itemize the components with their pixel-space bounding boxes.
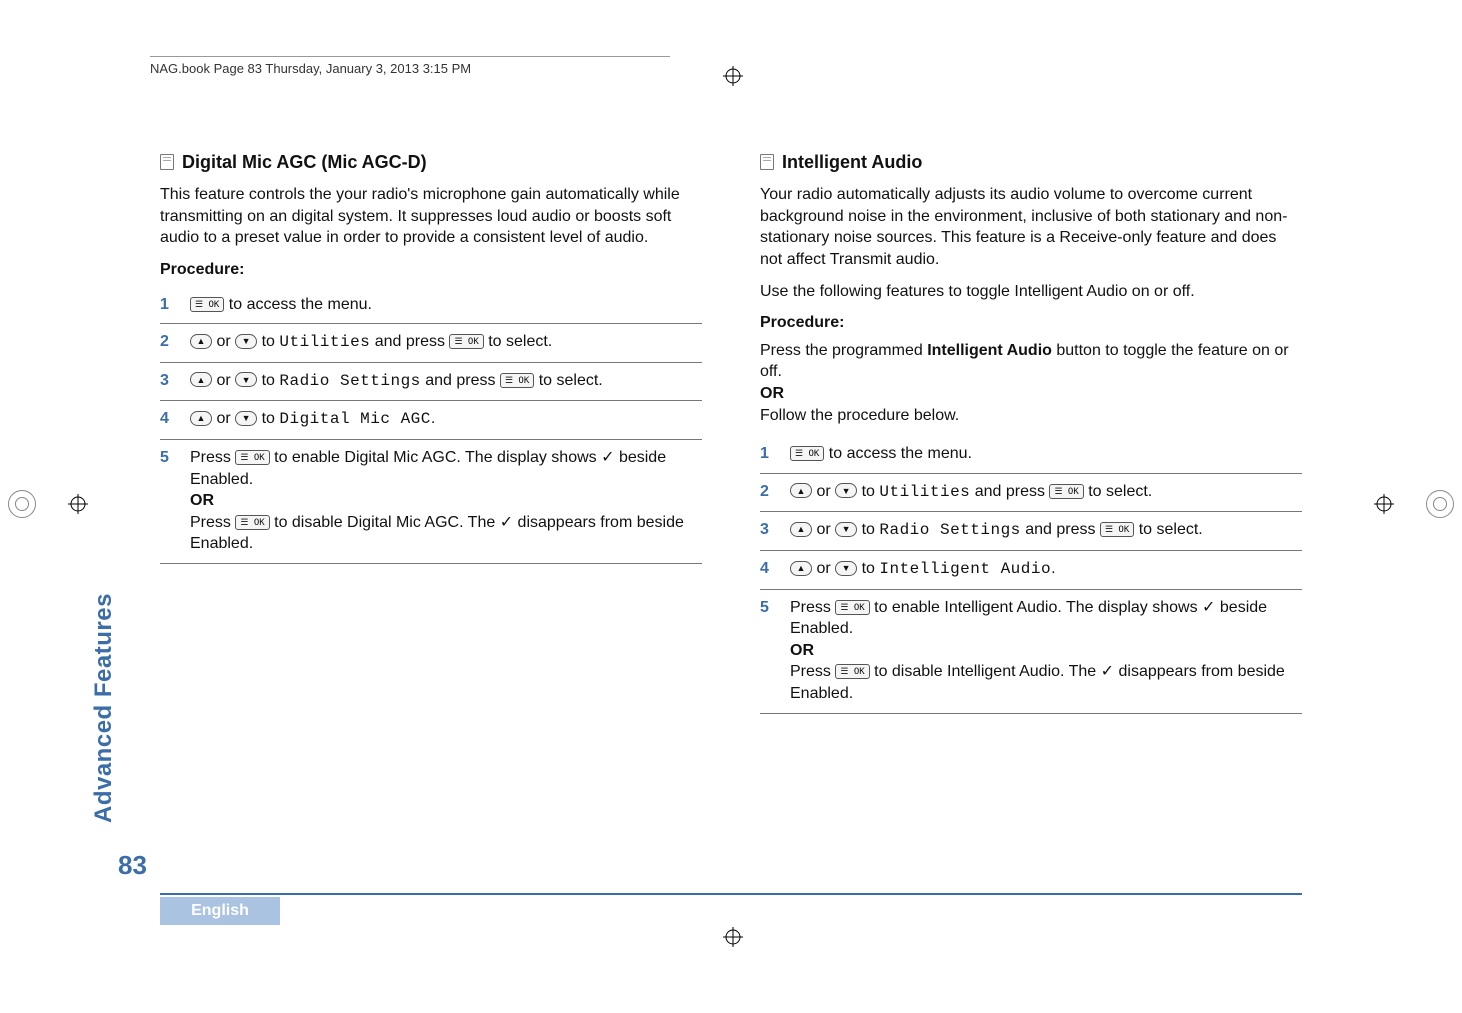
up-arrow-icon: ▲ — [190, 372, 212, 387]
heading-text: Digital Mic AGC (Mic AGC-D) — [182, 150, 427, 174]
menu-ok-icon: ☰ OK — [235, 450, 269, 465]
step: 1 ☰ OK to access the menu. — [760, 436, 1302, 474]
running-header: NAG.book Page 83 Thursday, January 3, 20… — [150, 56, 670, 76]
step: 5 Press ☰ OK to enable Intelligent Audio… — [760, 590, 1302, 714]
step: 2 ▲ or ▼ to Utilities and press ☰ OK to … — [160, 324, 702, 363]
procedure-label: Procedure: — [760, 312, 1302, 334]
step: 4 ▲ or ▼ to Intelligent Audio. — [760, 551, 1302, 590]
down-arrow-icon: ▼ — [235, 411, 257, 426]
down-arrow-icon: ▼ — [235, 334, 257, 349]
up-arrow-icon: ▲ — [190, 334, 212, 349]
menu-path: Radio Settings — [879, 521, 1020, 539]
up-arrow-icon: ▲ — [790, 561, 812, 576]
step-number: 3 — [160, 370, 176, 393]
step-body: ▲ or ▼ to Utilities and press ☰ OK to se… — [790, 481, 1302, 504]
page-icon — [160, 154, 174, 170]
step-number: 4 — [160, 408, 176, 431]
intro-paragraph: Use the following features to toggle Int… — [760, 281, 1302, 303]
menu-ok-icon: ☰ OK — [190, 297, 224, 312]
step-body: ☰ OK to access the menu. — [190, 294, 702, 316]
menu-path: Utilities — [879, 483, 970, 501]
menu-ok-icon: ☰ OK — [835, 600, 869, 615]
step: 2 ▲ or ▼ to Utilities and press ☰ OK to … — [760, 474, 1302, 513]
step-number: 2 — [760, 481, 776, 504]
menu-ok-icon: ☰ OK — [500, 373, 534, 388]
intro-paragraph: Your radio automatically adjusts its aud… — [760, 184, 1302, 270]
step: 1 ☰ OK to access the menu. — [160, 287, 702, 325]
menu-ok-icon: ☰ OK — [235, 515, 269, 530]
menu-path: Radio Settings — [279, 372, 420, 390]
section-heading-intelligent-audio: Intelligent Audio — [760, 150, 1302, 174]
step: 5 Press ☰ OK to enable Digital Mic AGC. … — [160, 440, 702, 564]
step-body: Press ☰ OK to enable Digital Mic AGC. Th… — [190, 447, 702, 555]
content-columns: Digital Mic AGC (Mic AGC-D) This feature… — [160, 150, 1302, 913]
step-number: 4 — [760, 558, 776, 581]
menu-ok-icon: ☰ OK — [835, 664, 869, 679]
step-body: ▲ or ▼ to Radio Settings and press ☰ OK … — [190, 370, 702, 393]
section-heading-digital-mic-agc: Digital Mic AGC (Mic AGC-D) — [160, 150, 702, 174]
menu-ok-icon: ☰ OK — [449, 334, 483, 349]
left-column: Digital Mic AGC (Mic AGC-D) This feature… — [160, 150, 702, 913]
intro-paragraph: This feature controls the your radio's m… — [160, 184, 702, 249]
bold-feature-name: Intelligent Audio — [927, 342, 1052, 359]
page-icon — [760, 154, 774, 170]
menu-path: Digital Mic AGC — [279, 410, 431, 428]
footer-rule — [160, 893, 1302, 895]
step-number: 5 — [160, 447, 176, 555]
step-number: 5 — [760, 597, 776, 705]
registration-mark-icon — [8, 490, 36, 518]
step-number: 1 — [160, 294, 176, 316]
step-number: 3 — [760, 519, 776, 542]
menu-ok-icon: ☰ OK — [790, 446, 824, 461]
down-arrow-icon: ▼ — [835, 561, 857, 576]
heading-text: Intelligent Audio — [782, 150, 922, 174]
step-number: 2 — [160, 331, 176, 354]
up-arrow-icon: ▲ — [790, 522, 812, 537]
check-icon: ✓ — [601, 449, 614, 466]
procedure-steps: 1 ☰ OK to access the menu. 2 ▲ or ▼ to U… — [160, 287, 702, 564]
up-arrow-icon: ▲ — [190, 411, 212, 426]
language-tab: English — [160, 897, 280, 925]
menu-ok-icon: ☰ OK — [1100, 522, 1134, 537]
step-body: ▲ or ▼ to Radio Settings and press ☰ OK … — [790, 519, 1302, 542]
menu-path: Utilities — [279, 333, 370, 351]
side-tab-label: Advanced Features — [90, 593, 118, 823]
procedure-label: Procedure: — [160, 259, 702, 281]
step: 3 ▲ or ▼ to Radio Settings and press ☰ O… — [760, 512, 1302, 551]
down-arrow-icon: ▼ — [835, 522, 857, 537]
step-body: Press ☰ OK to enable Intelligent Audio. … — [790, 597, 1302, 705]
down-arrow-icon: ▼ — [835, 483, 857, 498]
right-column: Intelligent Audio Your radio automatical… — [760, 150, 1302, 913]
step: 4 ▲ or ▼ to Digital Mic AGC. — [160, 401, 702, 440]
check-icon: ✓ — [500, 514, 513, 531]
up-arrow-icon: ▲ — [790, 483, 812, 498]
step-body: ▲ or ▼ to Utilities and press ☰ OK to se… — [190, 331, 702, 354]
step-body: ▲ or ▼ to Digital Mic AGC. — [190, 408, 702, 431]
registration-mark-icon — [1426, 490, 1454, 518]
crosshair-icon — [68, 494, 88, 514]
page-number: 83 — [118, 850, 147, 881]
step-body: ☰ OK to access the menu. — [790, 443, 1302, 465]
menu-ok-icon: ☰ OK — [1049, 484, 1083, 499]
page-frame: NAG.book Page 83 Thursday, January 3, 20… — [100, 60, 1362, 953]
crosshair-icon — [1374, 494, 1394, 514]
or-label: OR — [760, 385, 784, 402]
or-label: OR — [190, 492, 214, 509]
check-icon: ✓ — [1101, 663, 1114, 680]
step-body: ▲ or ▼ to Intelligent Audio. — [790, 558, 1302, 581]
down-arrow-icon: ▼ — [235, 372, 257, 387]
step-number: 1 — [760, 443, 776, 465]
check-icon: ✓ — [1202, 599, 1215, 616]
menu-path: Intelligent Audio — [879, 560, 1051, 578]
procedure-steps: 1 ☰ OK to access the menu. 2 ▲ or ▼ to U… — [760, 436, 1302, 713]
step: 3 ▲ or ▼ to Radio Settings and press ☰ O… — [160, 363, 702, 402]
or-label: OR — [790, 642, 814, 659]
pre-procedure-text: Press the programmed Intelligent Audio b… — [760, 340, 1302, 426]
